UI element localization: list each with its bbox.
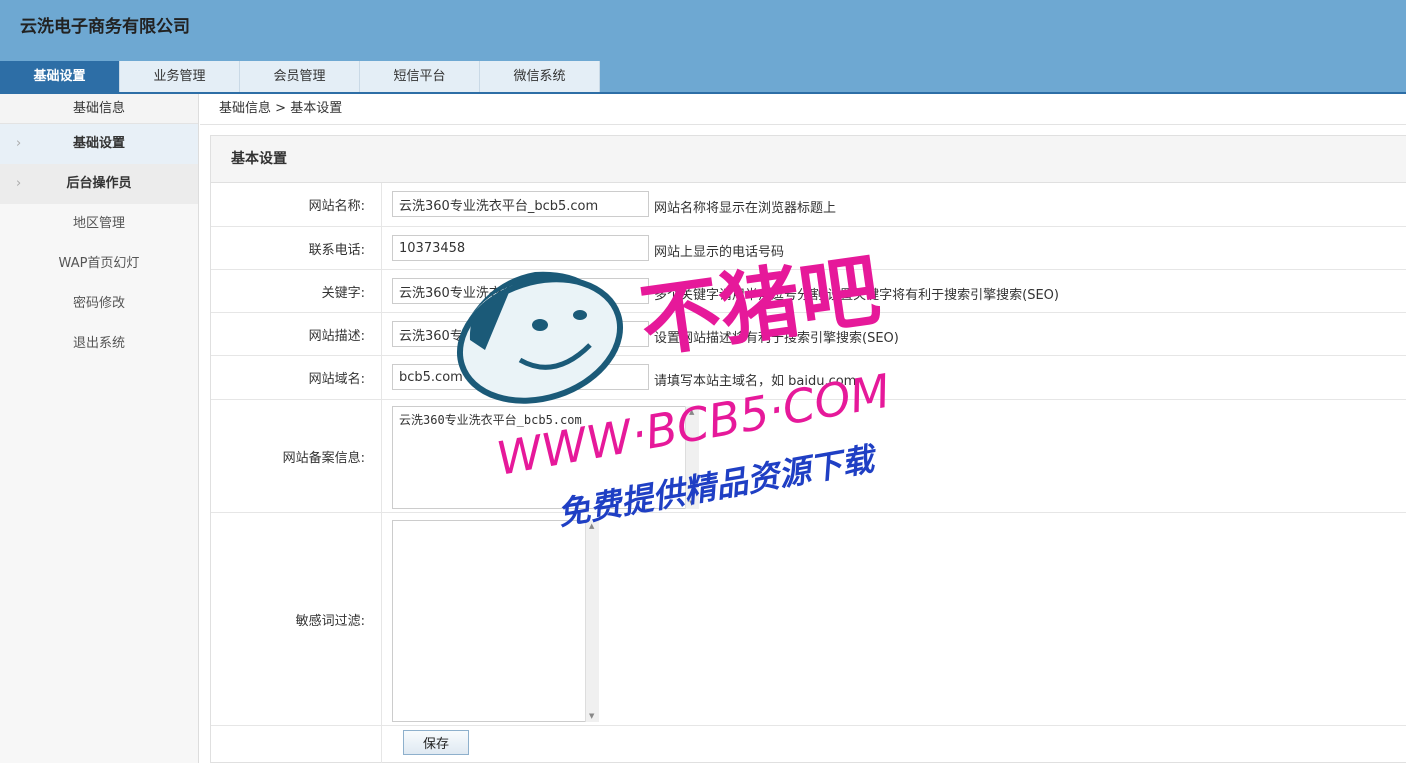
filter-textarea[interactable]: [392, 520, 599, 722]
site-name-tip: 网站名称将显示在浏览器标题上: [654, 201, 837, 216]
phone-label: 联系电话:: [211, 227, 382, 269]
form-row-actions: 保存: [211, 726, 1406, 763]
form-row-domain: 网站域名: 请填写本站主域名，如 baidu.com: [211, 356, 1406, 400]
scrollbar[interactable]: ▲ ▼: [585, 520, 599, 722]
sidebar-group-label: 后台操作员: [66, 176, 132, 191]
breadcrumb-current: 基本设置: [290, 101, 343, 116]
form-row-icp: 网站备案信息: 云洗360专业洗衣平台_bcb5.com ▲ ▼: [211, 400, 1406, 513]
sidebar-item-region[interactable]: 地区管理: [0, 204, 198, 244]
breadcrumb-separator: >: [275, 101, 287, 116]
sidebar-item-logout[interactable]: 退出系统: [0, 324, 198, 364]
sidebar-header: 基础信息: [0, 94, 198, 124]
form-row-site-name: 网站名称: 网站名称将显示在浏览器标题上: [211, 183, 1406, 227]
breadcrumb: 基础信息 > 基本设置: [200, 94, 1406, 125]
filter-textarea-wrap: ▲ ▼: [392, 520, 599, 722]
phone-tip: 网站上显示的电话号码: [654, 245, 785, 260]
site-name-label: 网站名称:: [211, 183, 382, 226]
tab-wechat-system[interactable]: 微信系统: [480, 61, 600, 92]
icp-label: 网站备案信息:: [211, 400, 382, 512]
form-row-description: 网站描述: 设置网站描述将有利于搜索引擎搜索(SEO): [211, 313, 1406, 356]
chevron-right-icon: ›: [16, 176, 22, 191]
keywords-label: 关键字:: [211, 270, 382, 312]
tab-basic-settings[interactable]: 基础设置: [0, 61, 120, 92]
actions-label-cell: [211, 726, 382, 763]
domain-tip: 请填写本站主域名，如 baidu.com: [654, 374, 857, 389]
tab-member-management[interactable]: 会员管理: [240, 61, 360, 92]
filter-label: 敏感词过滤:: [211, 513, 382, 725]
sidebar-group-operators[interactable]: › 后台操作员: [0, 164, 198, 204]
domain-input[interactable]: [392, 364, 649, 390]
description-input[interactable]: [392, 321, 649, 347]
company-name: 云洗电子商务有限公司: [20, 17, 190, 37]
icp-textarea[interactable]: 云洗360专业洗衣平台_bcb5.com: [392, 406, 699, 509]
scroll-down-icon[interactable]: ▼: [689, 499, 694, 507]
panel-title: 基本设置: [211, 136, 1406, 183]
sidebar: 基础信息 › 基础设置 › 后台操作员 地区管理 WAP首页幻灯 密码修改 退出…: [0, 94, 199, 763]
sidebar-group-label: 基础设置: [72, 136, 125, 151]
domain-label: 网站域名:: [211, 356, 382, 399]
icp-textarea-wrap: 云洗360专业洗衣平台_bcb5.com ▲ ▼: [392, 406, 699, 509]
sidebar-item-password[interactable]: 密码修改: [0, 284, 198, 324]
scroll-up-icon[interactable]: ▲: [689, 408, 694, 416]
form-row-filter: 敏感词过滤: ▲ ▼: [211, 513, 1406, 726]
keywords-tip: 多个关键字请用半角逗号分割,设置关键字将有利于搜索引擎搜索(SEO): [654, 288, 1059, 303]
top-header: 云洗电子商务有限公司 基础设置 业务管理 会员管理 短信平台 微信系统: [0, 0, 1406, 94]
tab-business-management[interactable]: 业务管理: [120, 61, 240, 92]
description-label: 网站描述:: [211, 313, 382, 355]
tab-sms-platform[interactable]: 短信平台: [360, 61, 480, 92]
keywords-input[interactable]: [392, 278, 649, 304]
save-button[interactable]: 保存: [403, 730, 469, 755]
description-tip: 设置网站描述将有利于搜索引擎搜索(SEO): [654, 331, 899, 346]
form-row-keywords: 关键字: 多个关键字请用半角逗号分割,设置关键字将有利于搜索引擎搜索(SEO): [211, 270, 1406, 313]
scroll-down-icon[interactable]: ▼: [589, 712, 594, 720]
breadcrumb-root[interactable]: 基础信息: [219, 101, 271, 116]
scroll-up-icon[interactable]: ▲: [589, 522, 594, 530]
chevron-right-icon: ›: [16, 136, 22, 151]
settings-panel: 基本设置 网站名称: 网站名称将显示在浏览器标题上 联系电话: 网站上显示的电话…: [210, 135, 1406, 763]
form-row-phone: 联系电话: 网站上显示的电话号码: [211, 227, 1406, 270]
sidebar-group-basic-settings[interactable]: › 基础设置: [0, 124, 198, 164]
scrollbar[interactable]: ▲ ▼: [685, 406, 699, 509]
site-name-input[interactable]: [392, 191, 649, 217]
sidebar-item-wap-slides[interactable]: WAP首页幻灯: [0, 244, 198, 284]
phone-input[interactable]: [392, 235, 649, 261]
main-nav-tabs: 基础设置 业务管理 会员管理 短信平台 微信系统: [0, 61, 600, 92]
